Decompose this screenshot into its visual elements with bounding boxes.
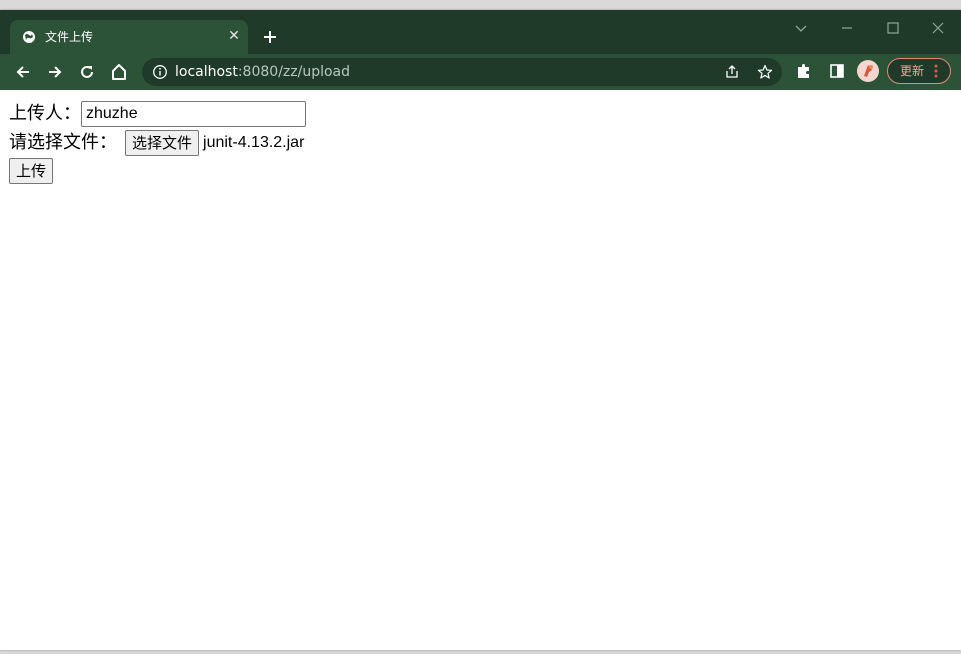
page-content: 上传人： 请选择文件： 选择文件junit-4.13.2.jar 上传 <box>0 90 961 650</box>
address-bar[interactable]: localhost:8080/zz/upload <box>142 58 782 86</box>
tab-title: 文件上传 <box>45 30 94 44</box>
close-window-icon[interactable] <box>928 18 948 38</box>
extensions-puzzle-icon[interactable] <box>795 62 813 80</box>
maximize-icon[interactable] <box>883 18 903 38</box>
submit-row: 上传 <box>9 158 54 184</box>
share-icon[interactable] <box>724 64 740 80</box>
home-icon[interactable] <box>109 62 129 82</box>
bookmark-star-icon[interactable] <box>757 64 773 80</box>
chevron-down-icon[interactable] <box>791 18 811 38</box>
profile-avatar-icon <box>864 65 873 77</box>
uploader-row: 上传人： <box>9 101 306 127</box>
side-panel-icon[interactable] <box>828 62 846 80</box>
uploader-label: 上传人： <box>9 103 81 124</box>
url-path: :8080/zz/upload <box>237 64 351 80</box>
back-arrow-icon[interactable] <box>13 62 33 82</box>
upload-submit-button[interactable]: 上传 <box>9 158 54 184</box>
file-label: 请选择文件： <box>9 132 117 153</box>
new-tab-icon[interactable] <box>260 27 280 47</box>
minimize-icon[interactable] <box>837 18 857 38</box>
file-row: 请选择文件： 选择文件 junit-4.13.2.jar <box>9 130 304 156</box>
url-text: localhost:8080/zz/upload <box>175 63 350 81</box>
title-bar: 文件上传 ✕ <box>0 10 961 54</box>
selected-file-name: junit-4.13.2.jar <box>203 134 305 151</box>
toolbar: localhost:8080/zz/upload 更新 <box>0 54 961 90</box>
forward-arrow-icon[interactable] <box>45 62 65 82</box>
choose-file-button[interactable]: 选择文件 <box>125 130 200 156</box>
uploader-input[interactable] <box>81 101 306 127</box>
info-icon[interactable] <box>152 64 168 80</box>
update-button[interactable]: 更新 <box>887 58 951 84</box>
close-tab-icon[interactable]: ✕ <box>225 27 243 45</box>
reload-icon[interactable] <box>77 62 97 82</box>
url-host: localhost <box>175 64 238 80</box>
globe-icon <box>23 31 35 43</box>
browser-tab[interactable]: 文件上传 ✕ <box>10 20 248 54</box>
browser-window: 文件上传 ✕ localhost:8080/zz/upload 更新 上传人：z… <box>0 10 961 650</box>
more-vert-icon <box>934 64 938 78</box>
update-label: 更新 <box>900 64 925 78</box>
profile-avatar[interactable] <box>857 60 879 82</box>
